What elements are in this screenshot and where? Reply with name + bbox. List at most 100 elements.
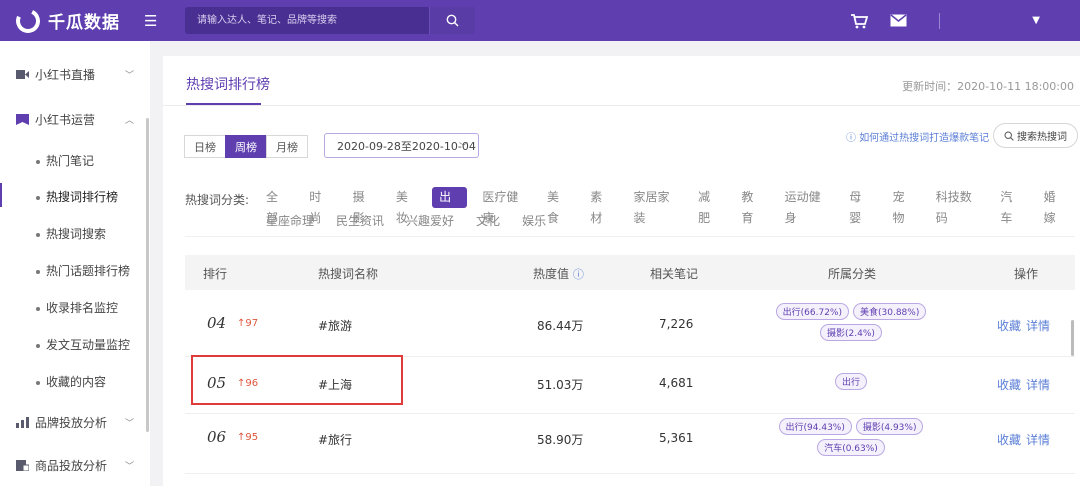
category-home[interactable]: 家居家装 [627, 187, 684, 225]
sidebar-group-ops[interactable]: 小红书运营 ︿ [16, 111, 134, 128]
keyword-name[interactable]: #旅游 [318, 317, 352, 334]
sidebar-scrollbar[interactable] [146, 118, 149, 432]
date-range-select[interactable]: 2020-09-28至2020-10-04 ﹀ [324, 133, 479, 158]
category-entertainment[interactable]: 娱乐 [515, 211, 553, 232]
sidebar-group-brand[interactable]: 品牌投放分析 ﹀ [16, 414, 134, 431]
category-sports[interactable]: 运动健身 [778, 187, 835, 225]
detail-link[interactable]: 详情 [1026, 376, 1050, 393]
favorite-link[interactable]: 收藏 [997, 431, 1021, 448]
category-wedding[interactable]: 婚嫁 [1037, 187, 1072, 225]
col-rank: 排行 [203, 267, 228, 281]
sidebar-group-label: 小红书直播 [35, 68, 96, 82]
category-hobby[interactable]: 兴趣爱好 [399, 211, 461, 232]
detail-link[interactable]: 详情 [1026, 317, 1050, 334]
category-baby[interactable]: 母婴 [842, 187, 877, 225]
help-link[interactable]: ⓘ 如何通过热搜词打造爆款笔记 [846, 129, 989, 144]
sidebar-item-hot-notes[interactable]: 热门笔记 [36, 152, 94, 169]
main-card: 热搜词排行榜 更新时间：2020-10-11 18:00:00 日榜 周榜 月榜… [163, 56, 1080, 486]
category-diet[interactable]: 减肥 [691, 187, 726, 225]
info-icon[interactable]: ⓘ [573, 268, 584, 281]
logo-icon [12, 5, 44, 36]
table-header: 排行 热搜词名称 热度值 ⓘ 相关笔记 所属分类 操作 [185, 255, 1075, 290]
sidebar-item-rank-monitor[interactable]: 收录排名监控 [36, 299, 118, 316]
rank-trend: ↑95 [237, 432, 259, 443]
sidebar-item-hot-search-rank[interactable]: 热搜词排行榜 [36, 188, 118, 205]
related-notes: 4,681 [659, 376, 694, 390]
user-menu-caret-icon[interactable]: ▼ [1032, 15, 1040, 26]
category-beauty[interactable]: 美妆 [389, 187, 424, 225]
category-photo[interactable]: 摄影 [346, 187, 381, 225]
chevron-down-icon: ﹀ [124, 462, 134, 472]
category-label: 热搜词分类: [185, 193, 250, 207]
product-icon [16, 460, 29, 471]
heat-value: 51.03万 [537, 378, 584, 392]
main-scrollbar[interactable] [1071, 320, 1074, 356]
bullet-icon [36, 195, 40, 200]
category-travel[interactable]: 出行 [432, 187, 468, 225]
top-bar: 千瓜数据 ☰ ▼ [0, 0, 1080, 41]
category-all[interactable]: 全部 [259, 187, 294, 225]
menu-toggle-icon[interactable]: ☰ [144, 12, 157, 30]
bullet-icon [36, 159, 40, 164]
category-culture[interactable]: 文化 [469, 211, 507, 232]
related-notes: 5,361 [659, 431, 694, 445]
help-link-text: 如何通过热搜词打造爆款笔记 [859, 133, 990, 144]
sidebar-group-product[interactable]: 商品投放分析 ﹀ [16, 457, 134, 474]
global-search [185, 7, 475, 34]
related-notes: 7,226 [659, 317, 694, 331]
tab-monthly[interactable]: 月榜 [266, 135, 308, 158]
tab-daily[interactable]: 日榜 [184, 135, 226, 158]
logo[interactable]: 千瓜数据 [12, 5, 120, 36]
bullet-icon [36, 380, 40, 385]
category-news[interactable]: 民生资讯 [329, 211, 391, 232]
search-input[interactable] [185, 7, 429, 34]
category-food[interactable]: 美食 [540, 187, 575, 225]
sidebar-item-hot-search[interactable]: 热搜词搜索 [36, 225, 106, 242]
category-row-1: 全部 时尚 摄影 美妆 出行 医疗健康 美食 素材 家居家装 减肥 教育 运动健… [259, 187, 1080, 225]
col-category: 所属分类 [828, 267, 877, 281]
sidebar: 小红书直播 ﹀ 小红书运营 ︿ 热门笔记 热搜词排行榜 热搜词搜索 热门话题排行… [0, 41, 150, 486]
sidebar-group-live[interactable]: 小红书直播 ﹀ [16, 66, 134, 83]
sidebar-item-label: 收录排名监控 [46, 301, 119, 315]
sidebar-item-favorites[interactable]: 收藏的内容 [36, 373, 106, 390]
tab-weekly[interactable]: 周榜 [225, 135, 267, 158]
search-button[interactable] [429, 7, 475, 34]
sidebar-item-topic-rank[interactable]: 热门话题排行榜 [36, 262, 130, 279]
sidebar-item-interaction-monitor[interactable]: 发文互动量监控 [36, 336, 130, 353]
heat-value: 58.90万 [537, 433, 584, 447]
video-icon [16, 70, 29, 79]
divider [185, 236, 1075, 237]
category-tech[interactable]: 科技数码 [929, 187, 986, 225]
category-material[interactable]: 素材 [583, 187, 618, 225]
category-fashion[interactable]: 时尚 [302, 187, 337, 225]
category-tags: 出行(66.72%) 美食(30.88%) 摄影(2.4%) [751, 301, 951, 343]
category-tags: 出行(94.43%) 摄影(4.93%) 汽车(0.63%) [751, 416, 951, 458]
category-education[interactable]: 教育 [734, 187, 769, 225]
sidebar-group-label: 小红书运营 [35, 113, 96, 127]
category-tag: 美食(30.88%) [853, 303, 927, 320]
category-car[interactable]: 汽车 [993, 187, 1028, 225]
keyword-name[interactable]: #旅行 [318, 431, 352, 448]
period-tabs: 日榜 周榜 月榜 [184, 135, 308, 158]
category-health[interactable]: 医疗健康 [475, 187, 532, 225]
favorite-link[interactable]: 收藏 [997, 376, 1021, 393]
cart-icon[interactable] [850, 13, 869, 29]
search-icon [1004, 130, 1014, 141]
sidebar-item-label: 热门话题排行榜 [46, 264, 131, 278]
category-pets[interactable]: 宠物 [886, 187, 921, 225]
search-hot-keyword-button[interactable]: 搜索热搜词 [993, 123, 1078, 148]
favorite-link[interactable]: 收藏 [997, 317, 1021, 334]
mail-icon[interactable] [890, 14, 907, 27]
category-horoscope[interactable]: 星座命理 [259, 211, 321, 232]
sidebar-item-label: 收藏的内容 [46, 375, 107, 389]
category-tag: 出行(66.72%) [775, 303, 849, 320]
sidebar-item-label: 热门笔记 [46, 154, 95, 168]
rank-trend: ↑97 [237, 318, 259, 329]
search-hot-label: 搜索热搜词 [1017, 132, 1067, 143]
chevron-down-icon: ﹀ [458, 143, 468, 153]
date-range-value: 2020-09-28至2020-10-04 [337, 139, 476, 153]
category-tag: 摄影(2.4%) [820, 324, 882, 341]
col-heat-label: 热度值 [533, 267, 570, 281]
detail-link[interactable]: 详情 [1026, 431, 1050, 448]
col-notes: 相关笔记 [650, 267, 699, 281]
